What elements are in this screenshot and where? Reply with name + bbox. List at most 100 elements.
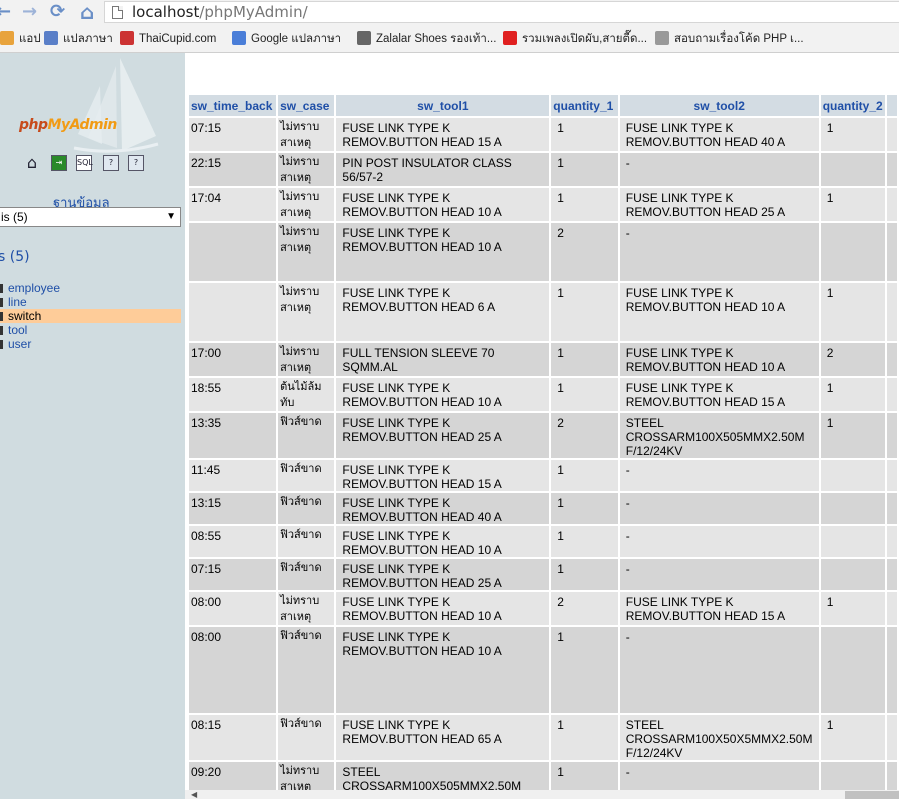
table-row[interactable]: 08:15 ฟิวส์ขาด FUSE LINK TYPE K REMOV.BUTT… [189,714,899,762]
database-name[interactable]: s (5) [0,249,30,265]
table-row[interactable]: 18:55 ต้นไม้ล้มทับ FUSE LINK TYPE K REMOV.… [189,377,899,413]
cell-quantity-2: 1 [819,282,888,343]
cell-sw-case: ฟิวส์ขาด [277,412,337,460]
bookmark-item[interactable]: ThaiCupid.com [120,31,216,47]
cell-sw-tool1: FUSE LINK TYPE K REMOV.BUTTON HEAD 40 A [335,492,552,526]
cell-sw-time-back: 07:15 [189,117,279,153]
reload-button[interactable]: ⟳ [50,1,65,23]
bookmark-item[interactable]: Google แปลภาษา [232,31,341,47]
cell-sw-time-back: 17:04 [189,187,279,223]
cell-quantity-2 [819,222,888,283]
forward-button[interactable]: → [22,1,37,23]
cell-sw-case: ไม่ทราบสาเหตุ [277,342,337,378]
address-bar[interactable]: localhost/phpMyAdmin/ [104,1,899,23]
column-header-sw-tool1[interactable]: sw_tool1 [335,95,552,118]
table-link-tool[interactable]: tool [0,323,181,337]
cell-sw-time-back: 13:35 [189,412,279,460]
database-select[interactable]: is (5) ▼ [0,207,181,227]
cell-overflow [886,222,899,283]
cell-quantity-1: 1 [550,525,620,559]
bookmark-item[interactable]: สอบถามเรื่องโค้ด PHP เ... [655,31,804,47]
cell-sw-tool2: FUSE LINK TYPE K REMOV.BUTTON HEAD 40 A [618,117,821,153]
shoe-icon [357,31,371,45]
query-window-icon[interactable]: ? [103,155,119,171]
cell-sw-time-back: 18:55 [189,377,279,413]
sql-icon[interactable]: SQL [76,155,93,171]
cell-quantity-1: 2 [550,591,620,627]
back-button[interactable]: ← [0,1,11,23]
cell-sw-case: ไม่ทราบสาเหตุ [277,117,337,153]
table-row[interactable]: 17:04 ไม่ทราบสาเหตุ FUSE LINK TYPE K REMOV… [189,187,899,223]
column-header-sw-time-back[interactable]: sw_time_back [189,95,279,118]
column-header-quantity-1[interactable]: quantity_1 [550,95,620,118]
table-row[interactable]: 08:00 ฟิวส์ขาด FUSE LINK TYPE K REMOV.BUTT… [189,626,899,715]
table-link-employee[interactable]: employee [0,281,181,295]
url-text: localhost/phpMyAdmin/ [132,3,308,21]
cell-sw-time-back: 13:15 [189,492,279,526]
exit-icon[interactable]: ⇥ [51,155,67,171]
table-row[interactable]: 07:15 ฟิวส์ขาด FUSE LINK TYPE K REMOV.BUTT… [189,558,899,592]
globe-icon [44,31,58,45]
cell-sw-case: ไม่ทราบสาเหตุ [277,152,337,188]
bookmark-label: Zalalar Shoes รองเท้า... [376,33,497,45]
column-header-sw-tool2[interactable]: sw_tool2 [618,95,821,118]
cell-quantity-2: 2 [819,342,888,378]
cell-sw-tool2: - [618,222,821,283]
column-header-quantity-2[interactable]: quantity_2 [819,95,888,118]
column-header-sw-case[interactable]: sw_case [277,95,337,118]
phpmyadmin-logo[interactable]: phpMyAdmin [19,117,117,133]
cell-sw-time-back: 08:15 [189,714,279,762]
cell-quantity-1: 1 [550,377,620,413]
cell-quantity-2 [819,492,888,526]
bookmark-label: Google แปลภาษา [251,33,342,45]
table-row[interactable]: 08:00 ไม่ทราบสาเหตุ FUSE LINK TYPE K REMOV… [189,591,899,627]
cell-overflow [886,591,899,627]
browser-toolbar: ← → ⟳ ⌂ localhost/phpMyAdmin/ [0,0,899,26]
scrollbar-thumb[interactable] [845,791,899,799]
home-icon[interactable]: ⌂ [24,155,40,171]
table-link-line[interactable]: line [0,295,181,309]
cell-sw-tool1: FUSE LINK TYPE K REMOV.BUTTON HEAD 25 A [335,558,552,592]
cell-quantity-2: 1 [819,412,888,460]
table-row[interactable]: 22:15 ไม่ทราบสาเหตุ PIN POST INSULATOR CLA… [189,152,899,188]
table-link-switch[interactable]: switch [0,309,181,323]
cell-sw-tool2: - [618,459,821,493]
cell-sw-tool1: FUSE LINK TYPE K REMOV.BUTTON HEAD 10 A [335,525,552,559]
cell-sw-time-back: 22:15 [189,152,279,188]
scroll-left-icon[interactable]: ◀ [191,790,197,799]
cell-sw-time-back [189,222,279,283]
cell-overflow [886,282,899,343]
cell-sw-time-back: 17:00 [189,342,279,378]
cell-sw-tool1: FUSE LINK TYPE K REMOV.BUTTON HEAD 10 A [335,222,552,283]
horizontal-scrollbar[interactable]: ◀ [185,790,899,799]
cell-sw-time-back [189,282,279,343]
home-button[interactable]: ⌂ [80,1,94,23]
table-row[interactable]: 08:55 ฟิวส์ขาด FUSE LINK TYPE K REMOV.BUTT… [189,525,899,559]
table-row[interactable]: ไม่ทราบสาเหตุ FUSE LINK TYPE K REMOV.BUTT… [189,222,899,283]
column-header-overflow [886,95,899,118]
cell-sw-case: ไม่ทราบสาเหตุ [277,222,337,283]
cell-quantity-1: 2 [550,222,620,283]
cell-sw-tool1: FUSE LINK TYPE K REMOV.BUTTON HEAD 25 A [335,412,552,460]
bookmark-item[interactable]: แอป [0,31,41,47]
cell-sw-tool2: FUSE LINK TYPE K REMOV.BUTTON HEAD 15 A [618,591,821,627]
sql-docs-icon[interactable]: ? [128,155,144,171]
table-row[interactable]: 13:15 ฟิวส์ขาด FUSE LINK TYPE K REMOV.BUTT… [189,492,899,526]
heart-check-icon [120,31,134,45]
table-row[interactable]: 11:45 ฟิวส์ขาด FUSE LINK TYPE K REMOV.BUTT… [189,459,899,493]
bookmark-item[interactable]: แปลภาษา [44,31,113,47]
table-row[interactable]: 13:35 ฟิวส์ขาด FUSE LINK TYPE K REMOV.BUTT… [189,412,899,460]
sailboat-logo-icon [73,58,159,153]
page-icon [112,6,123,19]
cell-quantity-2: 1 [819,591,888,627]
bookmark-item[interactable]: Zalalar Shoes รองเท้า... [357,31,496,47]
cell-sw-case: ฟิวส์ขาด [277,626,337,715]
table-link-user[interactable]: user [0,337,181,351]
cell-sw-time-back: 11:45 [189,459,279,493]
table-row[interactable]: 17:00 ไม่ทราบสาเหตุ FULL TENSION SLEEVE 70… [189,342,899,378]
bookmark-item[interactable]: รวมเพลงเปิดผับ,สายตื๊ด... [503,31,647,47]
table-row[interactable]: 07:15 ไม่ทราบสาเหตุ FUSE LINK TYPE K REMOV… [189,117,899,153]
cell-sw-case: ต้นไม้ล้มทับ [277,377,337,413]
table-row[interactable]: ไม่ทราบสาเหตุ FUSE LINK TYPE K REMOV.BUTT… [189,282,899,343]
cell-quantity-1: 1 [550,282,620,343]
